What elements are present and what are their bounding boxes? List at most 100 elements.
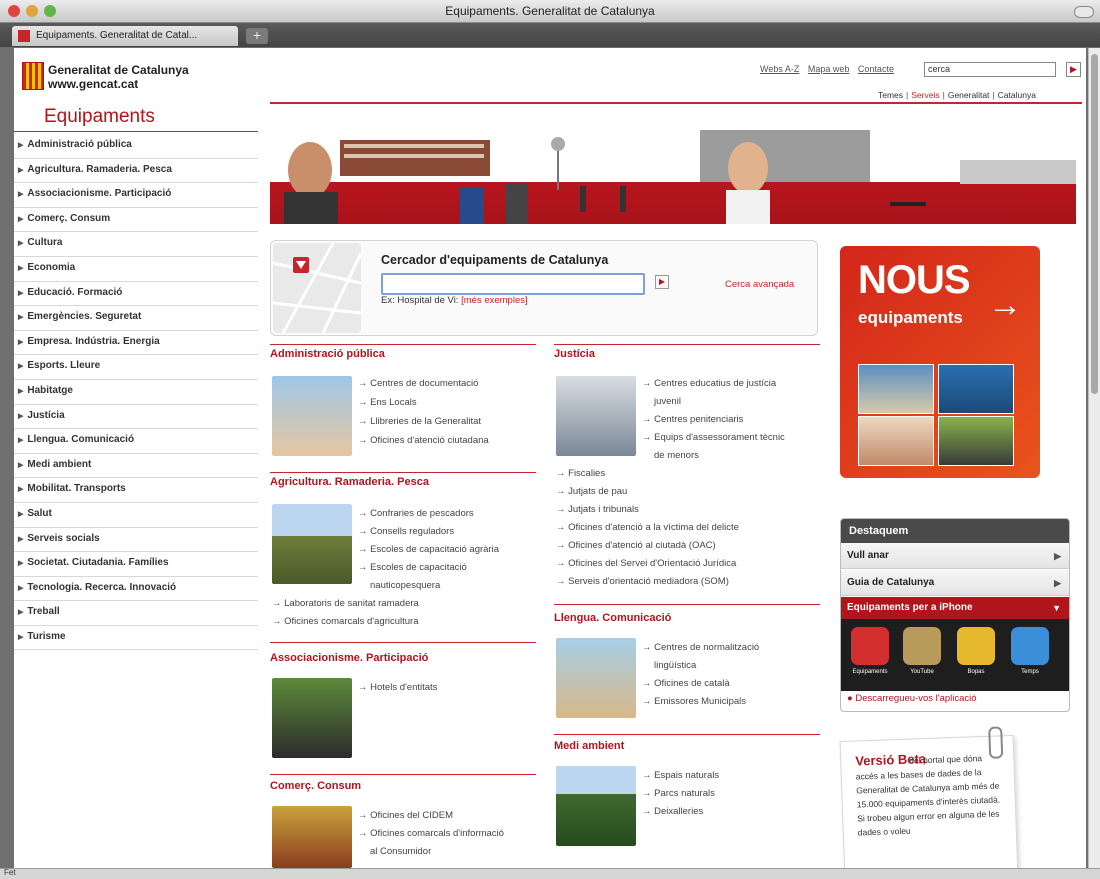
sidebar-item[interactable]: ▶ Justícia (14, 405, 258, 430)
category-title-llengua[interactable]: Llengua. Comunicació (554, 612, 671, 624)
sidebar-item-label: Administració pública (27, 139, 132, 150)
category-link[interactable]: → Llibreries de la Generalitat (358, 416, 481, 428)
destaquem-item-guia[interactable]: Guia de Catalunya ▶ (841, 570, 1069, 596)
destaquem-panel: Destaquem Vull anar ▶ Guia de Catalunya ▶ … (840, 518, 1070, 712)
sidebar-item[interactable]: ▶ Agricultura. Ramaderia. Pesca (14, 159, 258, 184)
category-link[interactable]: → Oficines de català (642, 678, 730, 690)
equipment-search-input[interactable] (381, 273, 645, 295)
category-link[interactable]: → Oficines d'atenció ciutadana (358, 435, 489, 447)
sidebar-item-label: Educació. Formació (27, 286, 123, 298)
top-link-webs-az[interactable]: Webs A-Z (760, 64, 799, 74)
category-link[interactable]: → Parcs naturals (642, 788, 715, 800)
category-link-label: Oficines del Servei d'Orientació Jurídic… (568, 558, 737, 569)
category-link[interactable]: → Centres de normalització (642, 642, 759, 654)
section-nav-generalitat[interactable]: Generalitat (948, 90, 990, 100)
category-link-continued[interactable]: juvenil (654, 396, 681, 408)
toolbar-toggle-button[interactable] (1074, 6, 1094, 18)
sidebar-item[interactable]: ▶ Comerç. Consum (14, 208, 258, 233)
sidebar-item[interactable]: ▶ Educació. Formació (14, 282, 258, 307)
sidebar-item[interactable]: ▶ Serveis socials (14, 528, 258, 553)
section-nav-catalunya[interactable]: Catalunya (998, 90, 1036, 100)
category-link[interactable]: → Centres de documentació (358, 378, 478, 390)
new-equipments-promo[interactable]: NOUS equipaments → (840, 246, 1040, 478)
category-link[interactable]: → Oficines del CIDEM (358, 810, 453, 822)
category-link[interactable]: → Emissores Municipals (642, 696, 746, 708)
new-tab-button[interactable]: + (246, 28, 268, 44)
category-link[interactable]: → Laboratoris de sanitat ramadera (272, 598, 419, 610)
category-link-label: Oficines comarcals d'informació (370, 828, 504, 839)
category-link[interactable]: → Espais naturals (642, 770, 719, 782)
category-link-continued[interactable]: nauticopesquera (370, 580, 440, 592)
site-search-button[interactable]: ▶ (1066, 62, 1081, 77)
sidebar-item[interactable]: ▶ Cultura (14, 232, 258, 257)
site-search-input[interactable]: cerca (924, 62, 1056, 77)
vertical-scrollbar[interactable] (1088, 48, 1100, 868)
category-link[interactable]: → Hotels d'entitats (358, 682, 437, 694)
equipaments-app-icon[interactable] (851, 627, 889, 665)
beta-note: Versió Beta del portal que dóna accés a … (839, 726, 1019, 868)
category-link-continued[interactable]: de menors (654, 450, 699, 462)
sidebar-item[interactable]: ▶ Administració pública (14, 134, 258, 159)
sidebar-item[interactable]: ▶ Empresa. Indústria. Energia (14, 331, 258, 356)
destaquem-item-iphone[interactable]: Equipaments per a iPhone ▼ (841, 597, 1069, 619)
top-link-contacte[interactable]: Contacte (858, 64, 894, 74)
category-link[interactable]: → Jutjats i tribunals (556, 504, 639, 516)
category-link[interactable]: → Deixalleries (642, 806, 703, 818)
sidebar-item[interactable]: ▶ Societat. Ciutadania. Famílies (14, 552, 258, 577)
category-link[interactable]: → Oficines del Servei d'Orientació Juríd… (556, 558, 736, 570)
sidebar-item[interactable]: ▶ Treball (14, 601, 258, 626)
logo-url[interactable]: www.gencat.cat (48, 77, 138, 91)
temps-app-icon[interactable] (1011, 627, 1049, 665)
category-link[interactable]: → Centres penitenciaris (642, 414, 743, 426)
category-link[interactable]: → Fiscalies (556, 468, 605, 480)
sidebar-item[interactable]: ▶ Llengua. Comunicació (14, 429, 258, 454)
category-link-continued[interactable]: al Consumidor (370, 846, 431, 858)
category-link[interactable]: → Oficines comarcals d'informació (358, 828, 504, 840)
advanced-search-link[interactable]: Cerca avançada (725, 279, 794, 290)
category-link[interactable]: → Oficines d'atenció al ciutadà (OAC) (556, 540, 716, 552)
category-title-medi[interactable]: Medi ambient (554, 740, 624, 752)
scrollbar-thumb[interactable] (1091, 54, 1098, 394)
sidebar-item[interactable]: ▶ Emergències. Seguretat (14, 306, 258, 331)
category-link[interactable]: → Centres educatius de justícia (642, 378, 776, 390)
category-link[interactable]: → Oficines d'atenció a la víctima del de… (556, 522, 739, 534)
browser-tab[interactable]: Equipaments. Generalitat de Catal... (12, 26, 238, 46)
section-nav-temes[interactable]: Temes (878, 90, 903, 100)
category-title-admin[interactable]: Administració pública (270, 348, 385, 360)
category-link[interactable]: → Escoles de capacitació (358, 562, 467, 574)
sidebar-item[interactable]: ▶ Turisme (14, 626, 258, 651)
equipment-search-button[interactable]: ▶ (655, 275, 669, 289)
category-link[interactable]: → Escoles de capacitació agrària (358, 544, 499, 556)
category-title-justicia[interactable]: Justícia (554, 348, 595, 360)
sidebar-item-label: Agricultura. Ramaderia. Pesca (27, 163, 172, 175)
sidebar-item[interactable]: ▶ Habitatge (14, 380, 258, 405)
category-title-agri[interactable]: Agricultura. Ramaderia. Pesca (270, 476, 429, 488)
top-link-mapa-web[interactable]: Mapa web (808, 64, 850, 74)
destaquem-item-vull-anar[interactable]: Vull anar ▶ (841, 543, 1069, 569)
category-link-continued[interactable]: lingüística (654, 660, 696, 672)
category-link[interactable]: → Equips d'assessorament tècnic (642, 432, 785, 444)
sidebar-item[interactable]: ▶ Associacionisme. Participació (14, 183, 258, 208)
section-nav-serveis[interactable]: Serveis (911, 90, 939, 100)
sidebar-item[interactable]: ▶ Tecnologia. Recerca. Innovació (14, 577, 258, 602)
sidebar-item[interactable]: ▶ Salut (14, 503, 258, 528)
generalitat-logo-icon[interactable] (22, 62, 44, 90)
category-title-assoc[interactable]: Associacionisme. Participació (270, 652, 428, 664)
category-link[interactable]: → Confraries de pescadors (358, 508, 474, 520)
category-link[interactable]: → Jutjats de pau (556, 486, 627, 498)
category-link-label: Equips d'assessorament tècnic (654, 432, 785, 443)
logo-name[interactable]: Generalitat de Catalunya (48, 63, 189, 77)
youtube-app-icon[interactable] (903, 627, 941, 665)
category-link[interactable]: → Serveis d'orientació mediadora (SOM) (556, 576, 729, 588)
category-link[interactable]: → Consells reguladors (358, 526, 454, 538)
sidebar-item[interactable]: ▶ Esports. Lleure (14, 355, 258, 380)
sidebar-item[interactable]: ▶ Economia (14, 257, 258, 282)
bopas-app-icon[interactable] (957, 627, 995, 665)
sidebar-item[interactable]: ▶ Medi ambient (14, 454, 258, 479)
category-title-comerc[interactable]: Comerç. Consum (270, 780, 361, 792)
category-link[interactable]: → Ens Locals (358, 397, 417, 409)
sidebar-item[interactable]: ▶ Mobilitat. Transports (14, 478, 258, 503)
category-link[interactable]: → Oficines comarcals d'agricultura (272, 616, 418, 628)
more-examples-link[interactable]: [més exemples] (461, 295, 528, 306)
download-app-link[interactable]: ● Descarregueu-vos l'aplicació (847, 693, 977, 704)
